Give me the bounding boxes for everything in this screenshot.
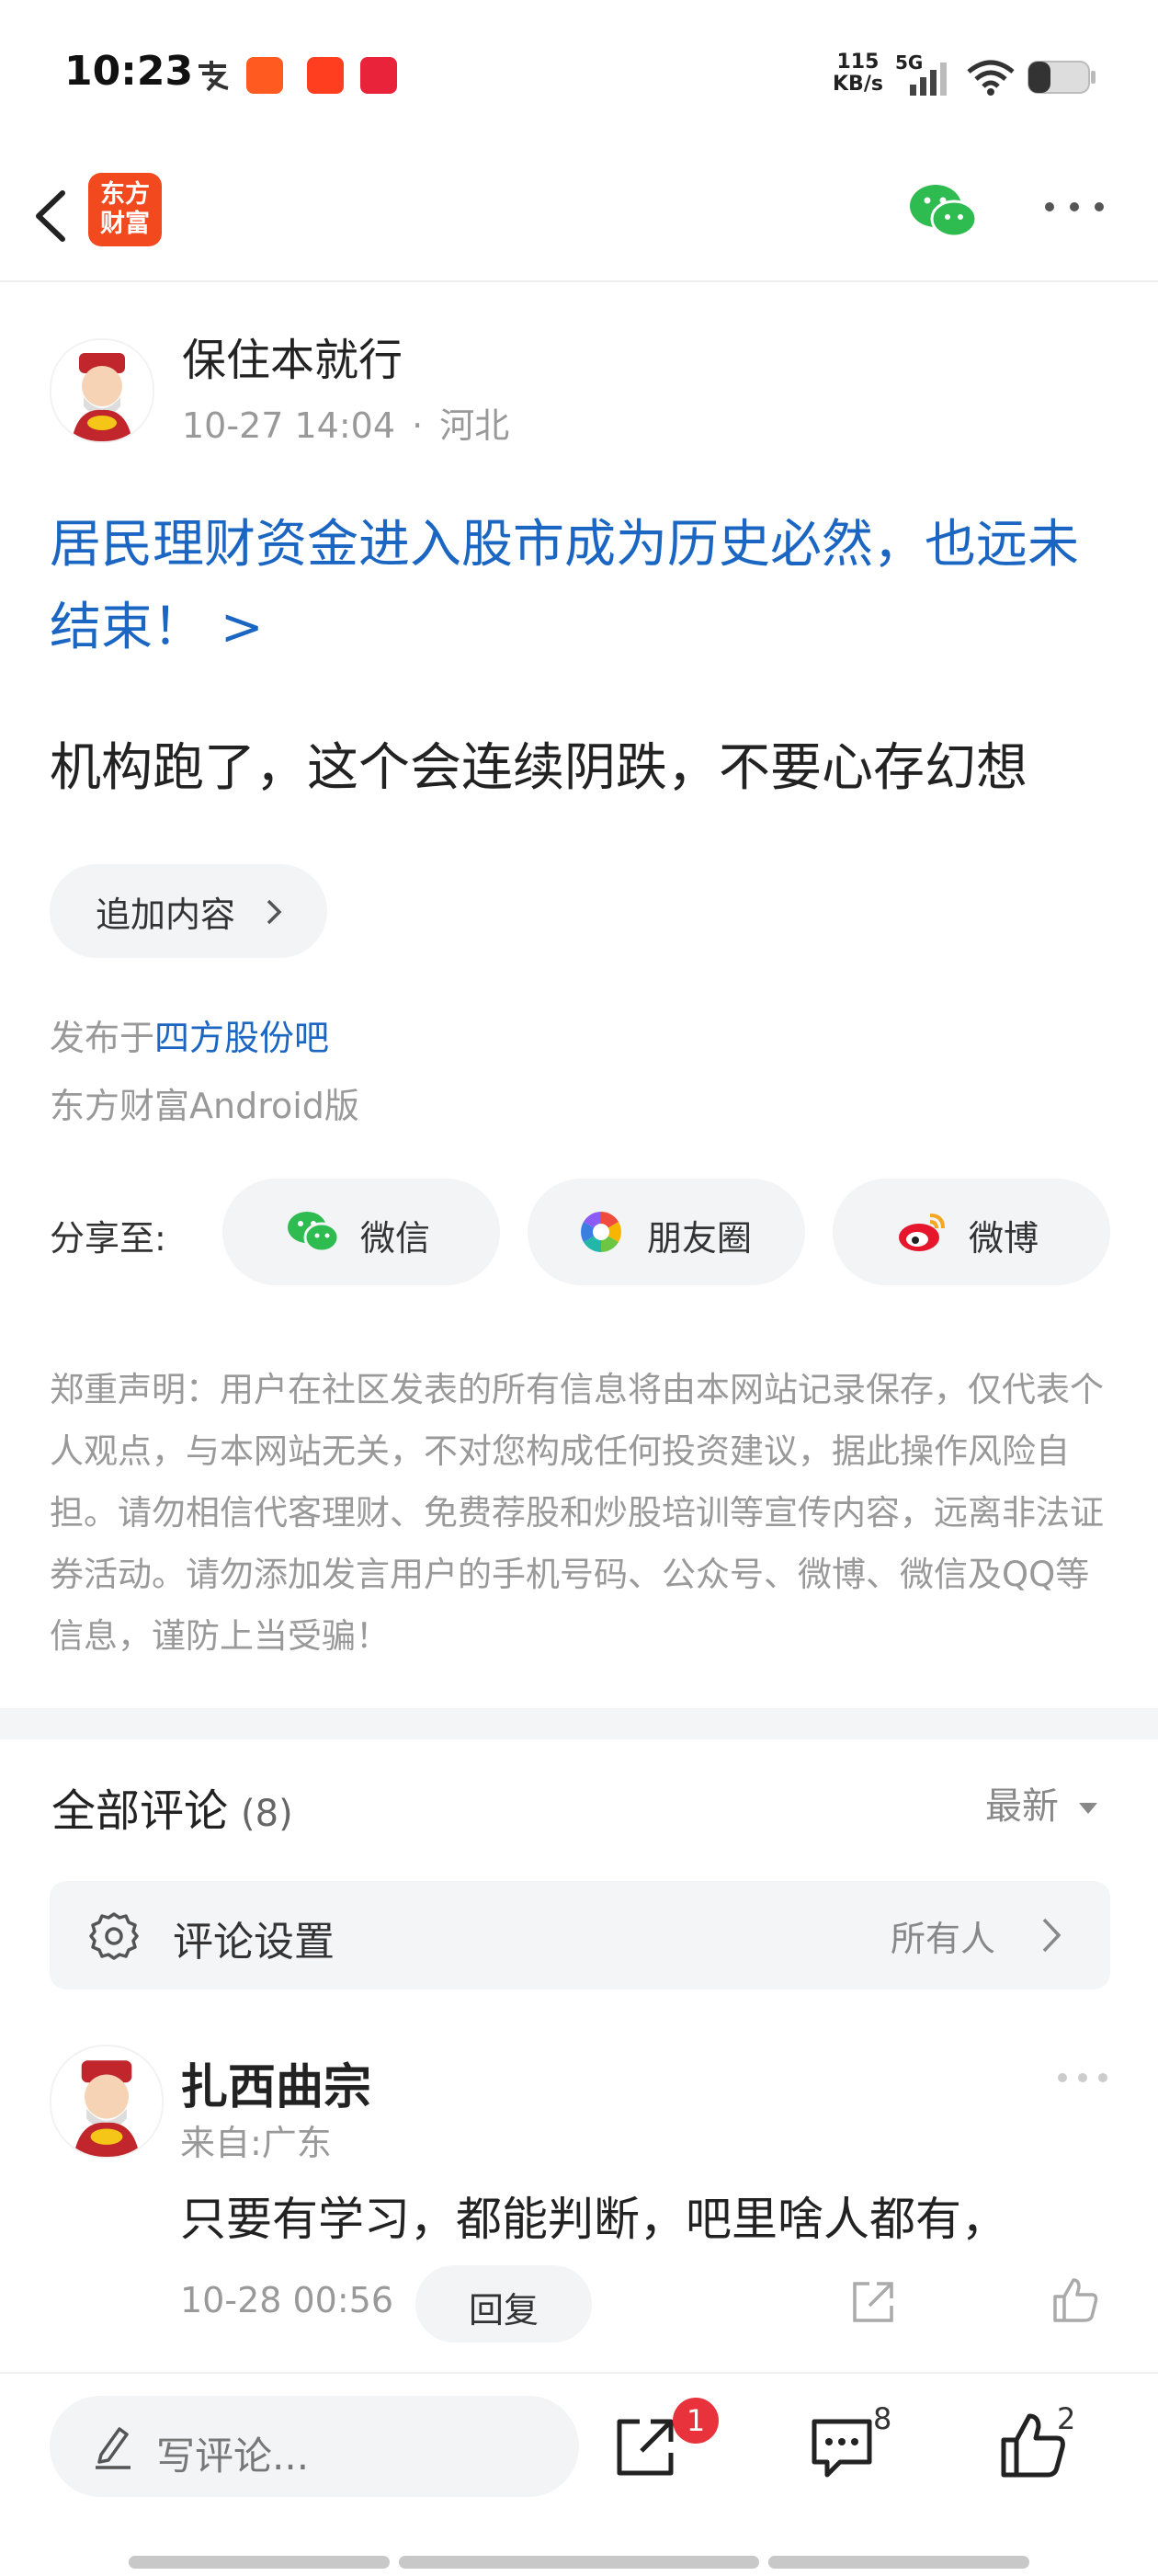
- share-wechat-button[interactable]: 微信: [222, 1179, 500, 1285]
- comment-text: 只要有学习，都能判断，吧里啥人都有，: [180, 2193, 1007, 2246]
- append-content-button[interactable]: 追加内容: [50, 864, 327, 958]
- more-options-icon[interactable]: [1042, 193, 1107, 221]
- taobao-icon: [307, 57, 344, 94]
- comment-share-icon[interactable]: [849, 2278, 897, 2326]
- status-time: 10:23: [64, 48, 194, 95]
- status-bar: 10:23 115 KB/s 5G: [0, 0, 1158, 156]
- post-body: 机构跑了，这个会连续阴跌，不要心存幻想: [50, 738, 1027, 798]
- pencil-icon: [96, 2427, 131, 2469]
- post-platform: 东方财富Android版: [50, 1086, 359, 1126]
- share-wechat-label: 微信: [360, 1218, 431, 1259]
- bottom-action-bar: 写评论... 1 8 2: [0, 2372, 1158, 2576]
- reply-label: 回复: [469, 2290, 539, 2331]
- chevron-right-icon: [267, 899, 282, 925]
- weibo-icon: [899, 1214, 945, 1251]
- published-in: 发布于四方股份吧: [50, 1009, 329, 1060]
- gear-icon: [89, 1912, 139, 1960]
- network-speed: 115 KB/s: [833, 51, 883, 96]
- disclaimer-text: 郑重声明：用户在社区发表的所有信息将由本网站记录保存，仅代表个人观点，与本网站无…: [50, 1370, 1104, 1656]
- wechat-share-icon[interactable]: [908, 180, 978, 245]
- comment-more-icon[interactable]: [1057, 2069, 1108, 2087]
- share-badge: 1: [673, 2398, 719, 2444]
- forum-link[interactable]: 四方股份吧: [154, 1018, 329, 1058]
- comment-settings-row[interactable]: 评论设置 所有人: [50, 1881, 1110, 1989]
- share-weibo-button[interactable]: 微博: [833, 1179, 1110, 1285]
- append-content-label: 追加内容: [96, 895, 236, 935]
- post-meta: 10-27 14:04 · 河北: [182, 397, 509, 448]
- post-timestamp: 10-27 14:04: [182, 405, 396, 446]
- commenter-avatar[interactable]: [50, 2045, 164, 2159]
- top-nav: 东方 财富: [0, 156, 1158, 282]
- wechat-icon: [288, 1212, 340, 1253]
- share-moments-label: 朋友圈: [647, 1218, 753, 1259]
- meta-separator: ·: [412, 405, 424, 446]
- alipay-icon: [199, 61, 229, 92]
- share-weibo-label: 微博: [969, 1218, 1039, 1259]
- write-comment-input[interactable]: 写评论...: [50, 2396, 579, 2497]
- comment-like-icon[interactable]: [1050, 2274, 1101, 2326]
- comment-settings-label: 评论设置: [173, 1919, 335, 1966]
- section-divider: [0, 1708, 1158, 1739]
- like-count: 2: [1057, 2401, 1076, 2436]
- caret-down-icon: [1078, 1803, 1097, 1814]
- reply-button[interactable]: 回复: [415, 2265, 592, 2342]
- comment-count: 8: [873, 2401, 892, 2436]
- commenter-name[interactable]: 扎西曲宗: [180, 2048, 371, 2117]
- comment-settings-value: 所有人: [891, 1919, 996, 1959]
- sort-label: 最新: [985, 1785, 1059, 1828]
- write-comment-placeholder: 写评论...: [156, 2434, 310, 2479]
- commenter-location: 来自:广东: [180, 2123, 332, 2163]
- comments-header: 全部评论 (8): [51, 1774, 293, 1839]
- wifi-icon: [967, 60, 1015, 96]
- related-article-link[interactable]: 居民理财资金进入股市成为历史必然，也远未结束！ >: [50, 504, 1116, 669]
- home-indicator-segment: [768, 2556, 1029, 2569]
- back-arrow-icon[interactable]: [26, 175, 81, 257]
- author-avatar[interactable]: [50, 338, 154, 443]
- share-label: 分享至:: [50, 1218, 166, 1259]
- home-indicator-segment: [129, 2556, 390, 2569]
- share-moments-button[interactable]: 朋友圈: [528, 1179, 805, 1285]
- share-icon[interactable]: [612, 2414, 678, 2480]
- comments-title: 全部评论: [51, 1785, 229, 1837]
- author-name[interactable]: 保住本就行: [182, 324, 403, 388]
- battery-icon: [1027, 61, 1096, 94]
- chevron-right-icon: [1042, 1918, 1062, 1953]
- tmall-icon: [360, 57, 397, 94]
- comments-count: (8): [241, 1793, 293, 1835]
- published-prefix: 发布于: [50, 1018, 155, 1058]
- fund-app-icon: [246, 57, 283, 94]
- post-location: 河北: [439, 405, 510, 446]
- comment-icon[interactable]: [809, 2416, 875, 2480]
- moments-icon: [581, 1212, 621, 1252]
- home-indicator-segment: [399, 2556, 759, 2569]
- signal-icon: [910, 63, 947, 96]
- sort-dropdown[interactable]: 最新: [985, 1776, 1098, 1829]
- comment-time: 10-28 00:56: [180, 2280, 394, 2320]
- eastmoney-logo: 东方 财富: [88, 173, 162, 246]
